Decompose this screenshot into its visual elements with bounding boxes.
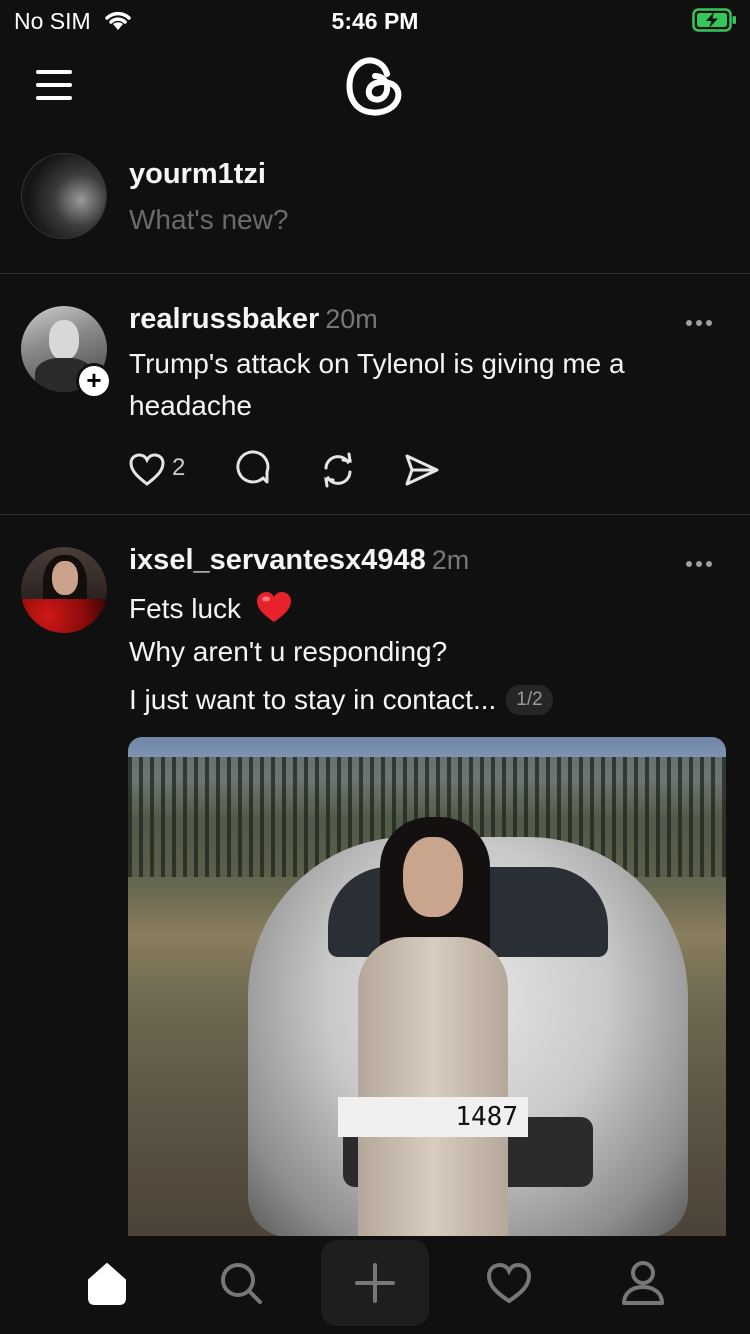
battery-charging-icon [692,8,736,32]
user-avatar[interactable] [21,153,107,239]
page-indicator: 1/2 [506,685,553,715]
post-line-3: I just want to stay in contact... 1/2 [129,684,553,716]
activity-heart-icon [486,1262,532,1304]
thread-post[interactable]: + realrussbaker 20m Trump's attack on Tyl… [0,275,750,515]
profile-icon [622,1261,664,1305]
post-line-2: Why aren't u responding? [129,636,448,667]
home-icon [88,1263,126,1305]
share-send-icon[interactable] [402,450,442,490]
post-line-1: Fets luck [129,590,293,625]
more-options-icon[interactable] [686,554,720,574]
post-timestamp: 2m [431,545,470,575]
post-text: Trump's attack on Tylenol is giving me a… [129,348,625,421]
license-plate: 1487 [338,1097,528,1137]
new-thread-composer[interactable]: yourm1tzi What's new? [0,150,750,274]
tab-new-thread[interactable] [321,1240,429,1326]
repost-icon[interactable] [318,450,358,490]
status-bar: No SIM 5:46 PM [0,0,750,40]
like-count: 2 [172,454,186,481]
hamburger-line [36,83,72,87]
like-heart-icon[interactable] [128,450,166,490]
threads-logo-icon[interactable] [341,50,407,120]
tab-activity[interactable] [455,1240,563,1326]
post-username-text[interactable]: realrussbaker [129,303,319,335]
more-options-icon[interactable] [686,313,720,333]
hamburger-line [36,96,72,100]
bottom-tab-bar [0,1236,750,1334]
clock-time: 5:46 PM [331,8,419,34]
new-thread-icon [355,1263,395,1303]
post-timestamp: 20m [325,304,378,334]
threads-feed-screen: No SIM 5:46 PM yourm1tzi What's new? + r… [0,0,750,1334]
composer-username: yourm1tzi [129,158,266,190]
avatar-face [52,561,78,595]
follow-plus-button[interactable]: + [76,363,112,399]
reply-bubble-icon[interactable] [234,450,274,490]
tab-search[interactable] [187,1240,295,1326]
thread-post[interactable]: ixsel_servantesx4948 2m Fets luck Why are… [0,516,750,1257]
red-heart-emoji-icon [256,592,291,622]
tab-home[interactable] [53,1240,161,1326]
tab-profile[interactable] [589,1240,697,1326]
avatar-roses [21,599,107,633]
whats-new-input[interactable]: What's new? [129,204,288,236]
photo-person-face [403,837,463,917]
menu-button[interactable] [36,70,76,100]
post-username[interactable]: ixsel_servantesx4948 2m [129,544,469,577]
post-line-3-text: I just want to stay in contact... [129,684,497,715]
avatar-face [49,320,79,360]
hamburger-line [36,70,72,74]
post-photo[interactable]: 1487 [128,737,726,1257]
search-icon [221,1263,262,1304]
post-line-1-text: Fets luck [129,593,242,624]
post-username[interactable]: realrussbaker 20m [129,303,378,336]
post-username-text[interactable]: ixsel_servantesx4948 [129,544,426,576]
post-author-avatar[interactable] [21,547,107,633]
